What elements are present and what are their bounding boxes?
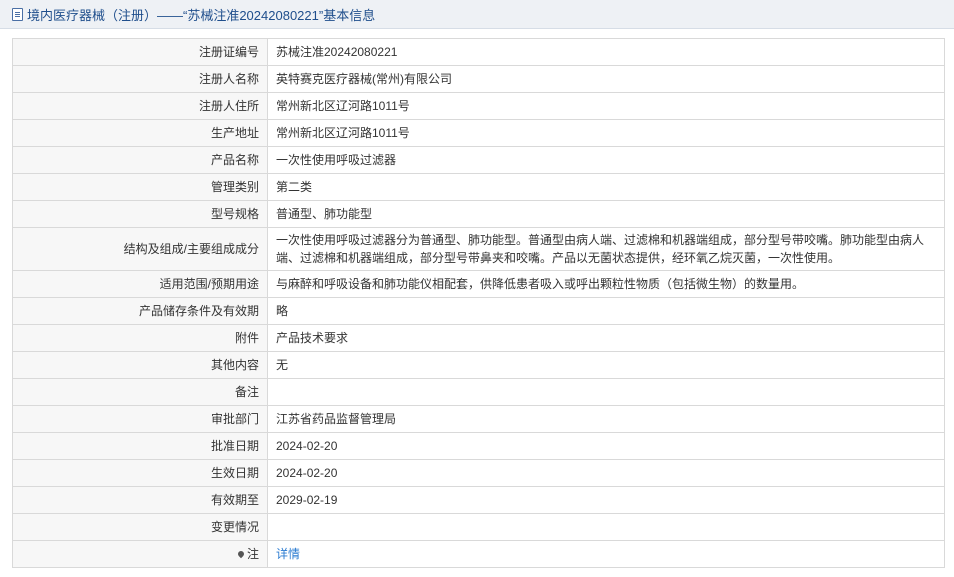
table-row: 注册人住所 常州新北区辽河路1011号 <box>12 92 945 120</box>
page-header: 境内医疗器械（注册）——“苏械注准20242080221”基本信息 <box>0 0 954 29</box>
note-label: 注 <box>246 547 259 561</box>
row-label: 注册证编号 <box>12 38 268 66</box>
row-value: 常州新北区辽河路1011号 <box>267 92 945 120</box>
info-table-container: 注册证编号 苏械注准20242080221 注册人名称 英特赛克医疗器械(常州)… <box>12 38 945 568</box>
row-value: 2024-02-20 <box>267 459 945 487</box>
row-value: 产品技术要求 <box>267 324 945 352</box>
row-label: 生效日期 <box>12 459 268 487</box>
row-value: 无 <box>267 351 945 379</box>
row-label: 注册人名称 <box>12 65 268 93</box>
row-label: 备注 <box>12 378 268 406</box>
row-label: 批准日期 <box>12 432 268 460</box>
row-label: 注册人住所 <box>12 92 268 120</box>
table-row: 审批部门 江苏省药品监督管理局 <box>12 405 945 433</box>
table-row: 变更情况 <box>12 513 945 541</box>
row-label: 产品名称 <box>12 146 268 174</box>
table-row: 产品名称 一次性使用呼吸过滤器 <box>12 146 945 174</box>
row-value <box>267 378 945 406</box>
document-icon <box>12 7 23 21</box>
table-row: 产品储存条件及有效期 略 <box>12 297 945 325</box>
note-value-cell: 详情 <box>267 540 945 568</box>
row-label: 产品储存条件及有效期 <box>12 297 268 325</box>
row-value: 英特赛克医疗器械(常州)有限公司 <box>267 65 945 93</box>
table-row: 有效期至 2029-02-19 <box>12 486 945 514</box>
row-label: 其他内容 <box>12 351 268 379</box>
table-row: 生效日期 2024-02-20 <box>12 459 945 487</box>
row-value: 江苏省药品监督管理局 <box>267 405 945 433</box>
details-link[interactable]: 详情 <box>276 547 300 561</box>
table-row: 型号规格 普通型、肺功能型 <box>12 200 945 228</box>
table-row: 注册证编号 苏械注准20242080221 <box>12 38 945 66</box>
row-label: 型号规格 <box>12 200 268 228</box>
row-label: 有效期至 <box>12 486 268 514</box>
row-value: 一次性使用呼吸过滤器分为普通型、肺功能型。普通型由病人端、过滤棉和机器端组成，部… <box>267 227 945 271</box>
table-row: 附件 产品技术要求 <box>12 324 945 352</box>
note-row: 注 详情 <box>12 540 945 568</box>
note-label-cell: 注 <box>12 540 268 568</box>
row-value <box>267 513 945 541</box>
table-row: 注册人名称 英特赛克医疗器械(常州)有限公司 <box>12 65 945 93</box>
row-label: 附件 <box>12 324 268 352</box>
row-label: 变更情况 <box>12 513 268 541</box>
row-label: 适用范围/预期用途 <box>12 270 268 298</box>
row-value: 苏械注准20242080221 <box>267 38 945 66</box>
row-value: 第二类 <box>267 173 945 201</box>
row-value: 常州新北区辽河路1011号 <box>267 119 945 147</box>
table-row: 其他内容 无 <box>12 351 945 379</box>
table-row: 适用范围/预期用途 与麻醉和呼吸设备和肺功能仪相配套，供降低患者吸入或呼出颗粒性… <box>12 270 945 298</box>
row-value: 一次性使用呼吸过滤器 <box>267 146 945 174</box>
table-row: 备注 <box>12 378 945 406</box>
row-value: 略 <box>267 297 945 325</box>
row-label: 结构及组成/主要组成成分 <box>12 227 268 271</box>
row-value: 普通型、肺功能型 <box>267 200 945 228</box>
table-row: 结构及组成/主要组成成分 一次性使用呼吸过滤器分为普通型、肺功能型。普通型由病人… <box>12 227 945 271</box>
row-value: 2029-02-19 <box>267 486 945 514</box>
table-row: 生产地址 常州新北区辽河路1011号 <box>12 119 945 147</box>
row-label: 管理类别 <box>12 173 268 201</box>
info-table: 注册证编号 苏械注准20242080221 注册人名称 英特赛克医疗器械(常州)… <box>12 38 945 568</box>
row-value: 与麻醉和呼吸设备和肺功能仪相配套，供降低患者吸入或呼出颗粒性物质（包括微生物）的… <box>267 270 945 298</box>
table-row: 管理类别 第二类 <box>12 173 945 201</box>
row-label: 审批部门 <box>12 405 268 433</box>
row-label: 生产地址 <box>12 119 268 147</box>
table-row: 批准日期 2024-02-20 <box>12 432 945 460</box>
row-value: 2024-02-20 <box>267 432 945 460</box>
pin-icon <box>236 549 246 559</box>
page-title: 境内医疗器械（注册）——“苏械注准20242080221”基本信息 <box>27 7 376 23</box>
info-table-body: 注册证编号 苏械注准20242080221 注册人名称 英特赛克医疗器械(常州)… <box>12 38 945 568</box>
